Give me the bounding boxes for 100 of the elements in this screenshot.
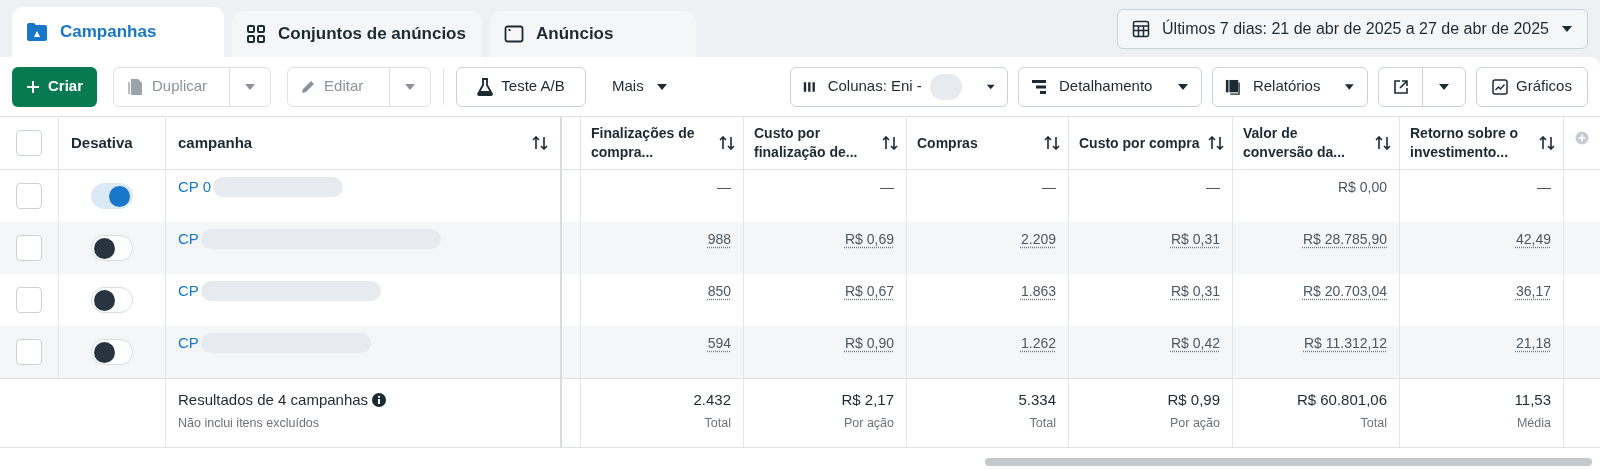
tab[interactable]: Anúncios	[490, 11, 696, 57]
table-cell-text: —	[1206, 178, 1220, 197]
campaign-link[interactable]: CP	[178, 228, 199, 251]
toggle-switch[interactable]	[91, 235, 133, 261]
table-cell-text: 1.262	[1020, 334, 1056, 353]
total-label: Total	[1360, 414, 1387, 432]
column-header: Compras	[917, 133, 979, 153]
table-cell-text: R$ 0,31	[1170, 282, 1220, 301]
total-label: Média	[1516, 414, 1551, 432]
chart-icon	[1492, 78, 1509, 95]
table-cell-text: 594	[707, 334, 731, 353]
ab-test-button[interactable]: Teste A/B	[456, 66, 587, 107]
table-cell-text: —	[880, 178, 894, 197]
pencil-icon	[300, 78, 317, 95]
caret-icon	[985, 82, 995, 91]
column-header: Finalizações de compra...	[591, 124, 696, 162]
sort-icon	[1044, 136, 1060, 150]
table-cell-text: R$ 28.785,90	[1302, 230, 1387, 249]
breakdown-button[interactable]: Detalhamento	[1018, 66, 1202, 107]
table-cell-text: 850	[707, 282, 731, 301]
more-button[interactable]: Mais	[596, 66, 684, 107]
campaign-link[interactable]: CP	[178, 332, 199, 355]
redacted-blur	[929, 73, 962, 100]
column-header: Retorno sobre o investimento...	[1410, 124, 1520, 162]
row-checkbox[interactable]	[16, 183, 42, 209]
external-link-icon	[1392, 78, 1409, 95]
create-button[interactable]: Criar	[12, 66, 98, 107]
folder-icon	[26, 22, 48, 42]
sort-icon	[1375, 136, 1391, 150]
calendar-icon	[1132, 20, 1151, 38]
caret-icon	[1344, 82, 1355, 91]
total-value: 5.334	[1018, 390, 1056, 410]
table-cell-text: R$ 0,42	[1170, 334, 1220, 353]
table-cell-text: —	[1537, 178, 1551, 197]
table-cell-text: R$ 11.312,12	[1303, 334, 1387, 353]
table-cell-text: 42,49	[1515, 230, 1551, 249]
caret-icon	[244, 82, 257, 91]
caret-icon	[1438, 82, 1450, 91]
results-note: Não inclui itens excluídos	[178, 414, 321, 432]
flask-icon	[477, 77, 494, 96]
table-cell-text: 1.863	[1020, 282, 1056, 301]
table-cell-text: R$ 0,69	[844, 230, 894, 249]
scrollbar[interactable]	[985, 458, 1592, 466]
sort-icon	[532, 136, 548, 150]
plus-icon	[26, 79, 40, 94]
row-checkbox[interactable]	[16, 339, 42, 365]
columns-icon	[803, 79, 816, 94]
row-checkbox[interactable]	[16, 287, 42, 313]
table-cell-text: R$ 0,31	[1170, 230, 1220, 249]
toggle-switch[interactable]	[91, 339, 133, 365]
caret-icon	[1177, 82, 1189, 91]
info-icon[interactable]	[372, 393, 387, 408]
charts-button[interactable]: Gráficos	[1476, 66, 1588, 107]
copy-icon	[126, 77, 145, 96]
date-range-button[interactable]: Últimos 7 dias: 21 de abr de 2025 a 27 de abr de 2025	[1117, 9, 1588, 49]
table-cell-text: 2.209	[1020, 230, 1056, 249]
campaign-link[interactable]: CP	[178, 280, 199, 303]
caret-icon	[404, 82, 417, 91]
total-label: Total	[704, 414, 731, 432]
table-cell-text: —	[717, 178, 731, 197]
sort-icon	[1539, 136, 1555, 150]
table-cell-text: R$ 0,67	[844, 282, 894, 301]
table-cell-text: —	[1042, 178, 1056, 197]
total-value: R$ 60.801,06	[1296, 390, 1387, 410]
columns-button[interactable]: Colunas: Eni -	[790, 66, 1008, 107]
total-label: Total	[1029, 414, 1056, 432]
grid-icon	[246, 24, 266, 44]
sort-icon	[1208, 136, 1224, 150]
toggle-switch[interactable]	[91, 287, 133, 313]
column-header: Custo por finalização de...	[754, 124, 859, 162]
tab[interactable]: Campanhas	[12, 7, 224, 57]
table-cell-text: R$ 0,00	[1337, 178, 1387, 197]
table-cell-text: 36,17	[1515, 282, 1551, 301]
add-column-icon[interactable]	[1575, 131, 1589, 145]
column-header: campanha	[178, 132, 253, 153]
table-cell-text: R$ 0,90	[844, 334, 894, 353]
reports-button[interactable]: Relatórios	[1212, 66, 1368, 107]
total-value: 11,53	[1514, 390, 1551, 410]
column-header: Valor de conversão da...	[1243, 124, 1346, 162]
sort-icon	[882, 136, 898, 150]
column-header: Desativa	[71, 132, 133, 153]
total-label: Por ação	[1169, 414, 1220, 432]
table-cell-text: 988	[707, 230, 731, 249]
total-value: 2.432	[693, 390, 731, 410]
total-label: Por ação	[843, 414, 894, 432]
table-cell-text: R$ 20.703,04	[1302, 282, 1387, 301]
row-checkbox[interactable]	[16, 235, 42, 261]
window-icon	[504, 24, 524, 44]
reports-icon	[1225, 77, 1241, 96]
toggle-switch[interactable]	[91, 183, 133, 209]
table-cell-text: 21,18	[1515, 334, 1551, 353]
tab[interactable]: Conjuntos de anúncios	[232, 11, 482, 57]
select-all-checkbox[interactable]	[16, 130, 42, 156]
column-header: Custo por compra	[1079, 133, 1201, 153]
campaign-link[interactable]: CP 0	[178, 176, 212, 199]
results-summary: Resultados de 4 campanhas	[178, 390, 369, 410]
sort-icon	[719, 136, 735, 150]
total-value: R$ 2,17	[841, 390, 894, 410]
total-value: R$ 0,99	[1167, 390, 1220, 410]
caret-icon	[1561, 25, 1573, 33]
